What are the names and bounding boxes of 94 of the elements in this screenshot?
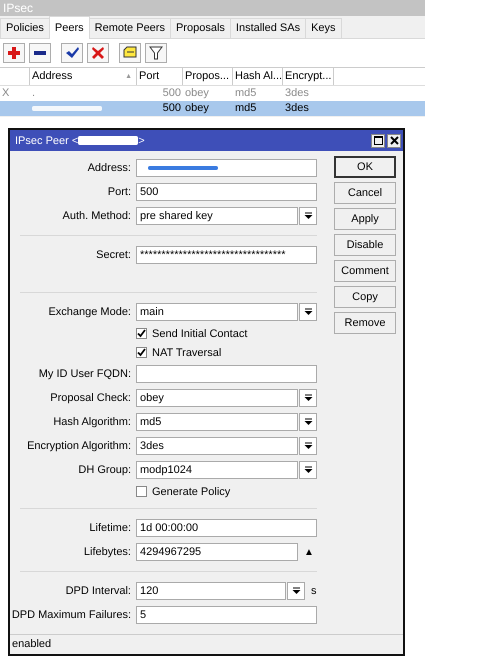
dropdown-button[interactable] — [299, 207, 317, 225]
input-field[interactable]: modp1024 — [136, 461, 298, 479]
table-cell: 500 — [162, 102, 181, 114]
table-cell: md5 — [235, 87, 256, 99]
table-cell: md5 — [235, 102, 256, 114]
input-field[interactable]: 1d 00:00:00 — [136, 519, 317, 537]
checkbox[interactable] — [136, 486, 147, 497]
input-field[interactable]: 3des — [136, 437, 298, 455]
check-icon — [137, 348, 146, 357]
tab[interactable]: Policies — [0, 18, 50, 38]
column-header[interactable]: Hash Al... — [233, 68, 283, 85]
toolbar-button[interactable] — [145, 43, 167, 63]
column-header[interactable]: Propos... — [183, 68, 233, 85]
check-icon — [137, 329, 146, 338]
input-field[interactable]: 4294967295 — [136, 543, 298, 561]
input-field[interactable]: 500 — [136, 183, 317, 201]
cross-icon — [91, 46, 105, 60]
dropdown-icon — [302, 307, 314, 317]
dropdown-icon — [302, 441, 314, 451]
column-header[interactable]: Encrypt... — [283, 68, 334, 85]
dialog-button[interactable]: Copy — [334, 286, 396, 308]
note-icon — [123, 46, 137, 60]
checkbox[interactable] — [136, 328, 147, 339]
input-field[interactable]: pre shared key — [136, 207, 298, 225]
column-header[interactable]: Port — [137, 68, 183, 85]
field-label: DPD Maximum Failures: — [12, 609, 131, 621]
input-field[interactable] — [136, 365, 317, 383]
dropdown-icon — [302, 417, 314, 427]
add-icon — [7, 46, 21, 60]
toolbar-button[interactable] — [119, 43, 141, 63]
dialog-button[interactable]: OK — [334, 156, 396, 178]
input-field[interactable]: 5 — [136, 606, 317, 624]
maximize-icon — [374, 136, 382, 145]
field-label: Secret: — [96, 249, 131, 261]
field-label: Port: — [108, 186, 131, 198]
dropdown-icon — [302, 465, 314, 475]
collapse-toggle[interactable]: ▲ — [304, 546, 314, 558]
table-cell: obey — [185, 87, 209, 99]
dialog-button[interactable]: Remove — [334, 312, 396, 334]
input-field[interactable]: 120 — [136, 582, 286, 600]
table-cell: 3des — [285, 87, 309, 99]
field-label: Lifetime: — [89, 522, 131, 534]
input-field[interactable]: ********************************** — [136, 246, 317, 264]
dropdown-icon — [302, 211, 314, 221]
table-cell: 500 — [162, 87, 181, 99]
field-label: Exchange Mode: — [48, 306, 131, 318]
checkbox-label: Send Initial Contact — [152, 328, 248, 340]
field-label: Proposal Check: — [50, 392, 131, 404]
table-cell: 3des — [285, 102, 309, 114]
tab[interactable]: Peers — [48, 16, 90, 39]
unit-label: s — [311, 585, 316, 597]
field-label: Encryption Algorithm: — [27, 440, 131, 452]
field-label: DPD Interval: — [66, 585, 131, 597]
field-label: Auth. Method: — [62, 210, 131, 222]
dialog-button[interactable]: Comment — [334, 260, 396, 282]
input-field[interactable]: md5 — [136, 413, 298, 431]
table-cell: obey — [185, 102, 209, 114]
check-icon — [65, 46, 79, 60]
input-field[interactable]: obey — [136, 389, 298, 407]
dropdown-button[interactable] — [299, 389, 317, 407]
close-button[interactable] — [387, 134, 401, 148]
dialog-button[interactable]: Disable — [334, 234, 396, 256]
table-cell: . — [32, 87, 36, 99]
dropdown-button[interactable] — [287, 582, 305, 600]
tab[interactable]: Keys — [305, 18, 342, 38]
field-label: Address: — [88, 162, 131, 174]
field-label: Hash Algorithm: — [53, 416, 131, 428]
window-title: IPsec — [0, 0, 425, 16]
dropdown-button[interactable] — [299, 303, 317, 321]
checkbox[interactable] — [136, 347, 147, 358]
toolbar-button[interactable] — [61, 43, 83, 63]
input-field[interactable]: main — [136, 303, 298, 321]
maximize-button[interactable] — [371, 134, 385, 148]
status-bar: enabled — [10, 634, 403, 654]
field-label: Lifebytes: — [84, 546, 131, 558]
checkbox-label: Generate Policy — [152, 486, 230, 498]
input-field[interactable] — [136, 159, 317, 177]
row-flag-text: X — [2, 87, 10, 99]
dropdown-button[interactable] — [299, 413, 317, 431]
dropdown-button[interactable] — [299, 437, 317, 455]
checkbox-label: NAT Traversal — [152, 346, 222, 358]
dialog-button[interactable]: Apply — [334, 208, 396, 230]
toolbar-button[interactable] — [29, 43, 51, 63]
dialog-title: IPsec Peer < — [15, 134, 78, 146]
close-icon — [390, 136, 398, 145]
dropdown-icon — [302, 393, 314, 403]
dialog-button[interactable]: Cancel — [334, 182, 396, 204]
field-label: DH Group: — [78, 464, 131, 476]
dropdown-button[interactable] — [299, 461, 317, 479]
filter-icon — [149, 46, 163, 60]
table-row[interactable]: 500 obey md5 3des — [0, 101, 425, 116]
dialog-title: > — [138, 134, 145, 146]
field-label: My ID User FQDN: — [38, 368, 131, 380]
dropdown-icon — [290, 586, 302, 596]
